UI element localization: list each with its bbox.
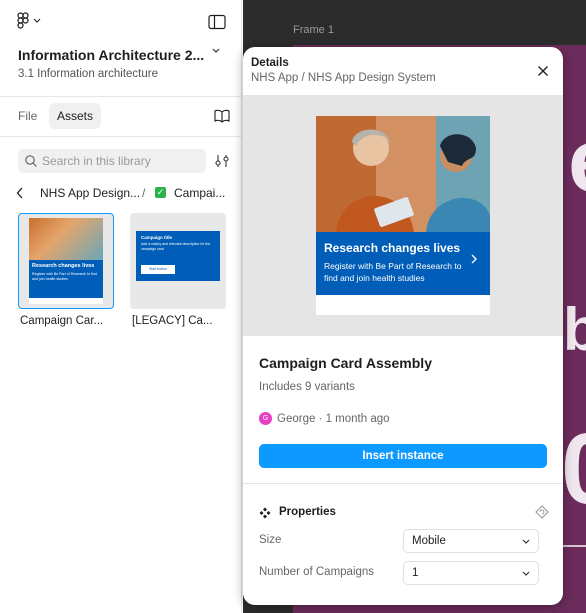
figma-logo-icon	[17, 12, 29, 29]
component-icon	[259, 507, 271, 519]
asset-thumbnail-campaign-card[interactable]: Research changes lives Register with Be …	[18, 213, 114, 309]
chevron-down-icon	[33, 18, 41, 23]
chevron-down-icon	[522, 539, 530, 544]
number-of-campaigns-select[interactable]: 1	[403, 561, 539, 585]
chevron-left-icon[interactable]	[16, 187, 24, 199]
file-subtitle[interactable]: 3.1 Information architecture	[18, 68, 158, 80]
divider	[0, 96, 242, 97]
checkbox-icon: ✓	[155, 187, 166, 198]
filter-icon[interactable]	[214, 154, 230, 168]
close-icon[interactable]	[535, 63, 551, 79]
insert-instance-button[interactable]: Insert instance	[259, 444, 547, 468]
details-title: Details	[251, 57, 289, 69]
book-icon[interactable]	[214, 109, 230, 123]
avatar: G	[259, 412, 272, 425]
divider	[243, 483, 563, 484]
main-menu-button[interactable]	[17, 12, 41, 30]
property-label-size: Size	[259, 534, 282, 546]
campaign-card-preview: Research changes lives Register with Be …	[316, 116, 490, 315]
component-name: Campaign Card Assembly	[259, 355, 432, 371]
reset-icon[interactable]	[535, 505, 549, 519]
card-photo	[316, 116, 490, 232]
frame-text-top: e	[568, 110, 586, 213]
details-library-path: NHS App / NHS App Design System	[251, 72, 436, 84]
legacy-card-body: Add a catchy and relevant description fo…	[141, 242, 211, 251]
card-text-band: Research changes lives Register with Be …	[316, 232, 490, 295]
photo-illustration	[316, 116, 490, 232]
breadcrumb-library[interactable]: NHS App Design...	[40, 186, 140, 200]
breadcrumb: NHS App Design... / ✓ Campai...	[16, 186, 236, 202]
mini-card-band: Research changes lives Register with Be …	[29, 260, 103, 298]
breadcrumb-folder[interactable]: Campai...	[174, 186, 225, 200]
properties-title: Properties	[279, 506, 336, 518]
left-sidebar: Information Architecture 2... 3.1 Inform…	[0, 0, 242, 613]
author-info: George · 1 month ago	[277, 413, 390, 425]
frame-divider	[563, 545, 586, 547]
tab-file[interactable]: File	[18, 109, 37, 123]
component-preview: Research changes lives Register with Be …	[243, 95, 563, 336]
legacy-card-button: Start button	[141, 265, 175, 274]
frame-label[interactable]: Frame 1	[293, 24, 334, 36]
file-menu-chevron-icon[interactable]	[212, 48, 220, 54]
size-select[interactable]: Mobile	[403, 529, 539, 553]
property-label-number-of-campaigns: Number of Campaigns	[259, 566, 375, 578]
mini-card-body: Register with Be Part of Research to fin…	[32, 272, 97, 281]
asset-thumbnail-legacy-card[interactable]: Campaign title Add a catchy and relevant…	[130, 213, 226, 309]
size-select-value: Mobile	[412, 535, 446, 547]
frame-text-bottom: 0	[561, 412, 586, 527]
chevron-right-icon	[471, 254, 477, 264]
campaigns-select-value: 1	[412, 567, 419, 579]
mini-campaign-card: Research changes lives Register with Be …	[29, 218, 103, 304]
tab-assets[interactable]: Assets	[49, 103, 102, 129]
asset-name[interactable]: [LEGACY] Ca...	[132, 315, 213, 327]
breadcrumb-separator: /	[142, 186, 146, 200]
search-input[interactable]	[42, 149, 202, 173]
file-header: Information Architecture 2... 3.1 Inform…	[0, 0, 242, 96]
asset-name[interactable]: Campaign Car...	[20, 315, 103, 327]
mini-card-photo	[29, 218, 103, 260]
mini-legacy-card: Campaign title Add a catchy and relevant…	[136, 231, 220, 281]
legacy-card-title: Campaign title	[141, 235, 173, 240]
library-search	[18, 149, 206, 173]
file-title[interactable]: Information Architecture 2...	[18, 47, 204, 63]
panel-toggle-icon[interactable]	[208, 14, 226, 30]
card-body: Register with Be Part of Research to fin…	[324, 261, 462, 283]
card-heading: Research changes lives	[324, 241, 461, 255]
mini-card-title: Research changes lives	[32, 263, 95, 269]
variant-count: Includes 9 variants	[259, 381, 355, 393]
frame-text-middle: b	[563, 296, 586, 363]
search-icon	[25, 155, 37, 167]
chevron-down-icon	[522, 571, 530, 576]
divider	[0, 136, 242, 137]
details-panel: Details NHS App / NHS App Design System	[243, 47, 563, 605]
